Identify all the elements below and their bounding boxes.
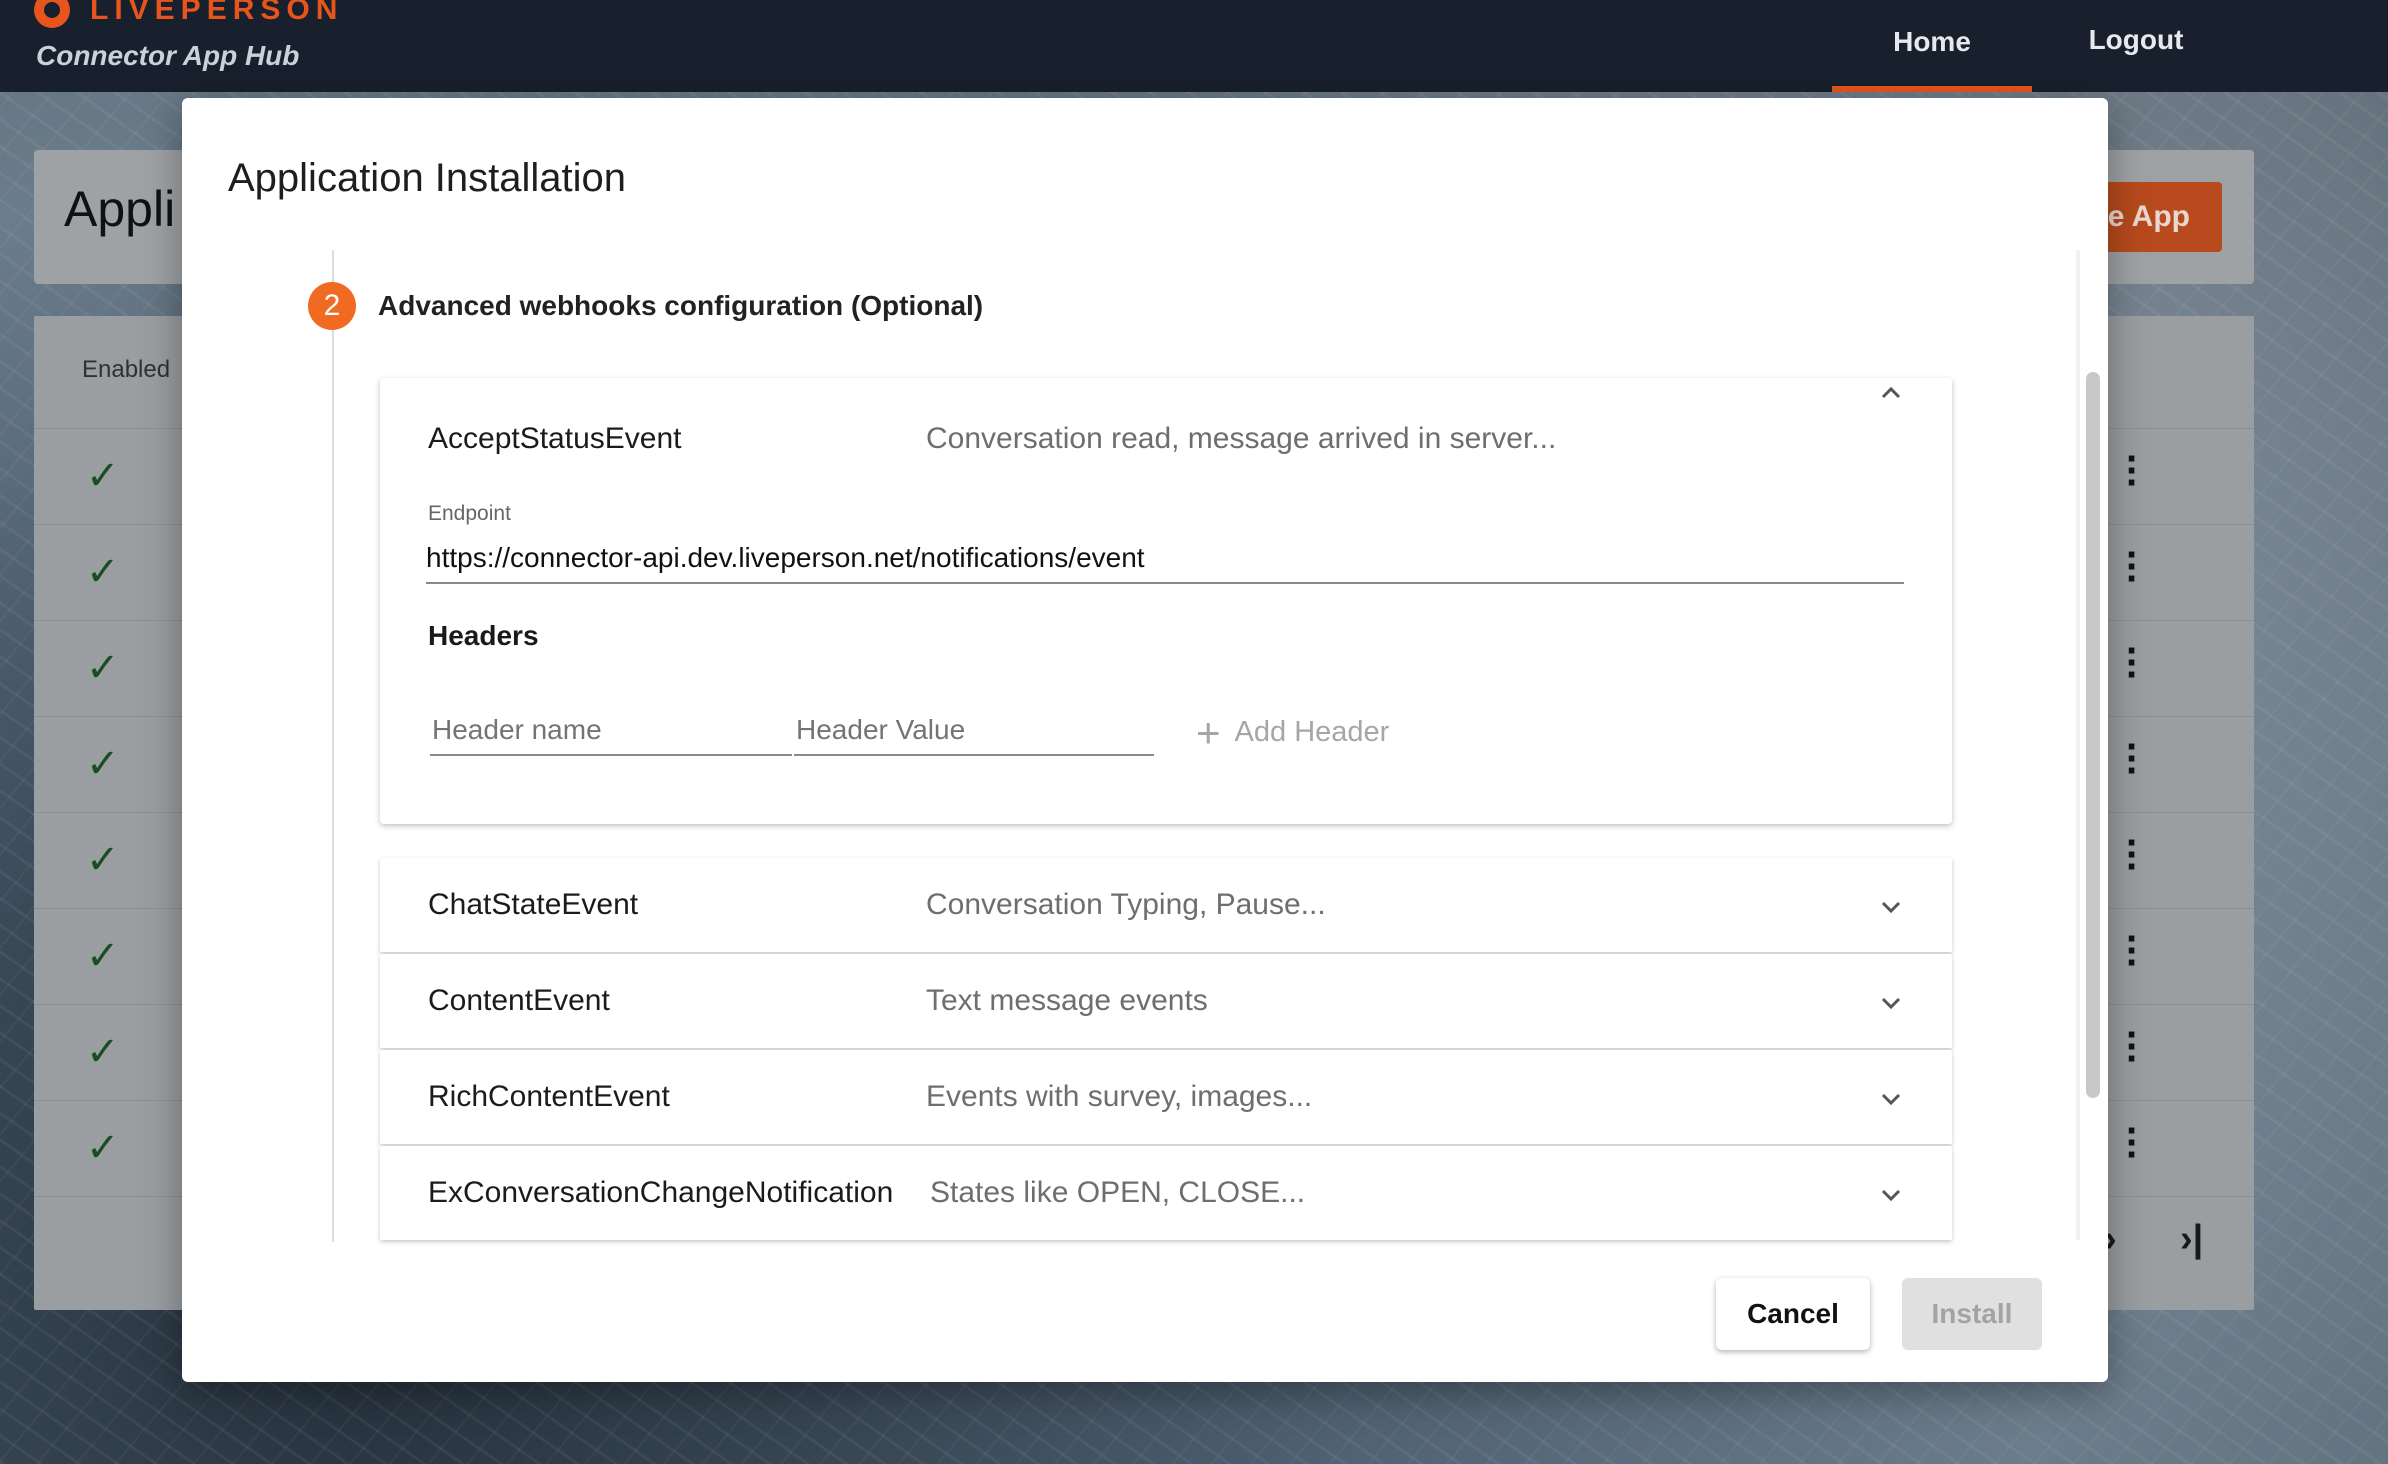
kebab-menu-icon: · · · (2126, 437, 2140, 505)
endpoint-input[interactable] (426, 534, 1904, 584)
event-description: Events with survey, images... (926, 1080, 1313, 1113)
check-icon: ✓ (86, 838, 120, 882)
event-name: ExConversationChangeNotification (428, 1176, 894, 1209)
check-icon: ✓ (86, 454, 120, 498)
kebab-menu-icon: · · · (2126, 917, 2140, 985)
event-description: States like OPEN, CLOSE... (930, 1176, 1306, 1209)
event-panel[interactable]: ExConversationChangeNotification States … (380, 1146, 1952, 1240)
nav-logout-link[interactable]: Logout (2086, 24, 2186, 56)
kebab-menu-icon: · · · (2126, 1109, 2140, 1177)
dialog-title: Application Installation (228, 156, 627, 200)
step-number-badge: 2 (308, 282, 356, 330)
installation-dialog: Application Installation 2 Advanced webh… (182, 98, 2108, 1382)
event-name: RichContentEvent (428, 1080, 670, 1113)
header-name-input[interactable] (430, 706, 792, 756)
check-icon: ✓ (86, 934, 120, 978)
kebab-menu-icon: · · · (2126, 533, 2140, 601)
chevron-down-icon[interactable] (1876, 1180, 1906, 1210)
event-name: ContentEvent (428, 984, 610, 1017)
kebab-menu-icon: · · · (2126, 725, 2140, 793)
event-description[interactable]: Conversation read, message arrived in se… (926, 422, 1556, 456)
kebab-menu-icon: · · · (2126, 1013, 2140, 1081)
event-panel[interactable]: ChatStateEvent Conversation Typing, Paus… (380, 858, 1952, 952)
event-name[interactable]: AcceptStatusEvent (428, 422, 681, 456)
cancel-button[interactable]: Cancel (1716, 1278, 1870, 1350)
scrollbar-track[interactable] (2076, 250, 2080, 1240)
event-description: Text message events (926, 984, 1208, 1017)
check-icon: ✓ (86, 646, 120, 690)
check-icon: ✓ (86, 742, 120, 786)
install-button[interactable]: Install (1902, 1278, 2042, 1350)
nav-home-link[interactable]: Home (1832, 24, 2032, 92)
header-value-input[interactable] (794, 706, 1154, 756)
brand-logo: LIVEPERSON (34, 0, 343, 28)
plus-icon: + (1196, 708, 1221, 756)
event-name: ChatStateEvent (428, 888, 639, 921)
add-header-label: Add Header (1234, 716, 1390, 748)
check-icon: ✓ (86, 550, 120, 594)
check-icon: ✓ (86, 1126, 120, 1170)
event-panel-expanded: AcceptStatusEvent Conversation read, mes… (380, 378, 1952, 824)
scrollbar-thumb[interactable] (2086, 372, 2100, 1098)
headers-label: Headers (428, 620, 539, 651)
event-description: Conversation Typing, Pause... (926, 888, 1326, 921)
page-title: Appli (64, 181, 176, 237)
brand-name: LIVEPERSON (90, 0, 344, 26)
event-panel[interactable]: RichContentEvent Events with survey, ima… (380, 1050, 1952, 1144)
chevron-down-icon[interactable] (1876, 988, 1906, 1018)
last-page-icon: ›| (2180, 1218, 2204, 1260)
check-icon: ✓ (86, 1030, 120, 1074)
chevron-down-icon[interactable] (1876, 1084, 1906, 1114)
kebab-menu-icon: · · · (2126, 821, 2140, 889)
chevron-up-icon[interactable] (1876, 378, 1906, 408)
stepper-connector (332, 250, 334, 1242)
chevron-down-icon[interactable] (1876, 892, 1906, 922)
enabled-column-header: Enabled (82, 356, 171, 383)
app-name: Connector App Hub (36, 40, 300, 71)
kebab-menu-icon: · · · (2126, 629, 2140, 697)
event-panel[interactable]: ContentEvent Text message events (380, 954, 1952, 1048)
endpoint-label: Endpoint (428, 502, 511, 525)
add-header-button[interactable]: + Add Header (1196, 708, 1390, 756)
logo-icon (34, 0, 70, 28)
step-label: Advanced webhooks configuration (Optiona… (378, 290, 984, 321)
top-navigation-bar: LIVEPERSON Connector App Hub Home Logout (0, 0, 2388, 92)
